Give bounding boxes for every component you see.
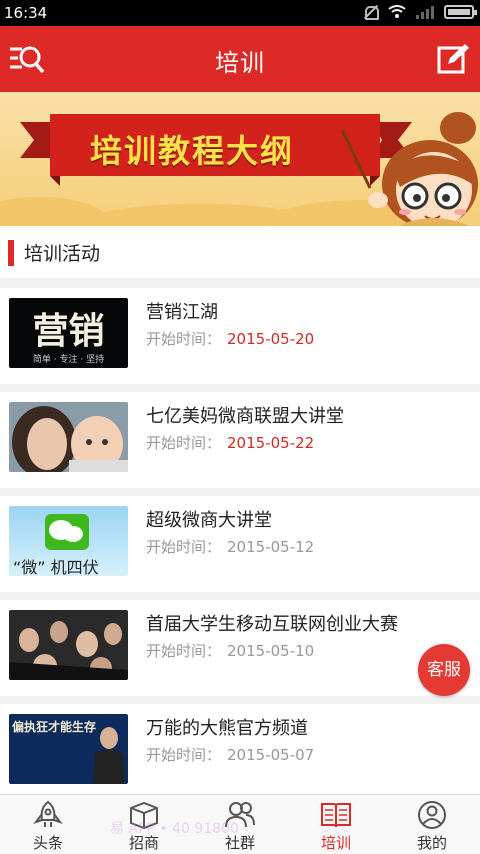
section-title: 培训活动 (24, 243, 101, 265)
customer-service-button[interactable]: 客服 (418, 644, 470, 696)
thumbnail-image (9, 402, 128, 472)
date-label: 开始时间： (146, 330, 222, 348)
activity-date: 2015-05-22 (227, 434, 315, 452)
rocket-icon (33, 800, 63, 827)
app-bar: 培训 (0, 26, 480, 92)
banner-title: 培训教程大纲 (90, 132, 295, 170)
page-title: 培训 (215, 49, 265, 77)
date-label: 开始时间： (146, 642, 222, 660)
date-label: 开始时间： (146, 538, 222, 556)
activity-date: 2015-05-12 (227, 538, 315, 556)
activity-date-line: 开始时间： 2015-05-12 (146, 536, 314, 557)
tab-label: 培训 (320, 834, 351, 852)
activity-date: 2015-05-10 (227, 642, 315, 660)
tab-mine[interactable]: 我的 (384, 795, 480, 854)
tab-label: 社群 (224, 834, 255, 852)
thumbnail-caption: 简单 · 专注 · 坚持 (32, 355, 105, 365)
section-accent-bar (8, 240, 14, 266)
list-item[interactable]: 偏执狂才能生存 万能的大熊官方频道 开始时间： 2015-05-07 (0, 704, 480, 800)
wifi-icon (388, 5, 406, 18)
banner[interactable]: 培训教程大纲 (0, 92, 480, 226)
activity-title: 超级微商大讲堂 (146, 510, 272, 531)
book-icon (321, 803, 351, 828)
tab-label: 招商 (128, 834, 159, 852)
activity-date-line: 开始时间： 2015-05-20 (146, 328, 314, 349)
box-icon (130, 801, 158, 830)
activity-date: 2015-05-07 (227, 746, 315, 764)
tab-training[interactable]: 培训 (288, 795, 384, 854)
thumbnail-image (9, 610, 128, 680)
list-item[interactable]: 营销 简单 · 专注 · 坚持 营销江湖 开始时间： 2015-05-20 (0, 288, 480, 384)
activity-date: 2015-05-20 (227, 330, 315, 348)
signal-icon (416, 5, 434, 19)
activity-title: 首届大学生移动互联网创业大赛 (146, 614, 398, 635)
activity-title: 营销江湖 (146, 302, 218, 323)
activity-date-line: 开始时间： 2015-05-07 (146, 744, 314, 765)
list-item[interactable]: 七亿美妈微商联盟大讲堂 开始时间： 2015-05-22 (0, 392, 480, 488)
tab-community[interactable]: 社群 (192, 795, 288, 854)
list-item[interactable]: 首届大学生移动互联网创业大赛 开始时间： 2015-05-10 (0, 600, 480, 696)
status-time: 16:34 (4, 4, 48, 22)
thumbnail-image: “微” 机四伏 (9, 506, 128, 576)
user-icon (418, 801, 446, 829)
section-header: 培训活动 (0, 226, 480, 278)
edit-icon[interactable] (436, 42, 470, 76)
battery-icon (444, 5, 477, 19)
activity-date-line: 开始时间： 2015-05-10 (146, 640, 314, 661)
activity-date-line: 开始时间： 2015-05-22 (146, 432, 314, 453)
thumbnail-text: “微” 机四伏 (13, 558, 99, 576)
status-icons (362, 4, 477, 20)
bottom-tab-bar: 头条 招商 社群 培训 我的 易 APP • 40 91800 (0, 794, 480, 854)
activity-title: 万能的大熊官方频道 (146, 718, 308, 739)
thumbnail-text: 营销 (32, 310, 105, 352)
tab-label: 头条 (32, 834, 63, 852)
thumbnail-image: 偏执狂才能生存 (9, 714, 128, 784)
status-bar: 16:34 (0, 0, 480, 26)
list-item[interactable]: “微” 机四伏 超级微商大讲堂 开始时间： 2015-05-12 (0, 496, 480, 592)
date-label: 开始时间： (146, 746, 222, 764)
date-label: 开始时间： (146, 434, 222, 452)
activity-title: 七亿美妈微商联盟大讲堂 (146, 406, 344, 427)
thumbnail-image: 营销 简单 · 专注 · 坚持 (9, 298, 128, 368)
mute-bell-icon (362, 4, 379, 20)
tab-label: 我的 (416, 834, 447, 852)
tab-investment[interactable]: 招商 (96, 795, 192, 854)
tab-headlines[interactable]: 头条 (0, 795, 96, 854)
group-icon (225, 802, 255, 828)
